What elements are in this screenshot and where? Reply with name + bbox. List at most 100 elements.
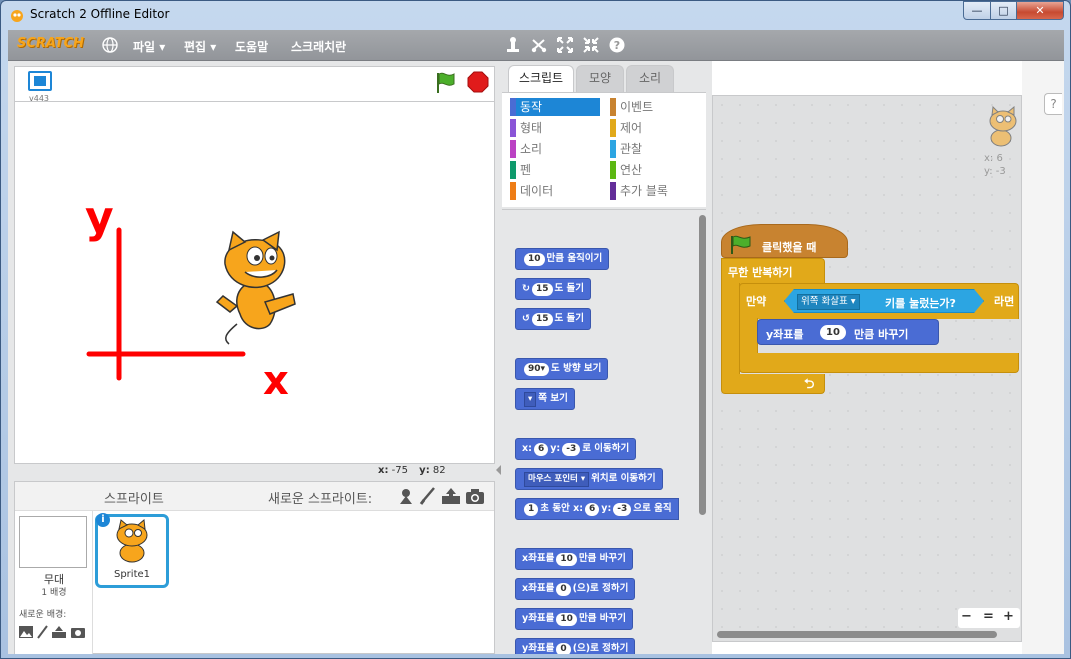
zoom-in-icon[interactable]: + — [1003, 609, 1014, 624]
mouse-y-value: 82 — [432, 465, 446, 476]
category-swatch — [510, 161, 516, 179]
green-flag-icon[interactable] — [435, 71, 457, 95]
block-dropdown[interactable]: 마우스 포인터 ▾ — [524, 472, 590, 487]
menu-edit[interactable]: 편집 ▾ — [184, 38, 216, 55]
collapse-arrow-icon[interactable] — [496, 465, 501, 475]
block-goto-xy[interactable]: x: 6 y: -3 로 이동하기 — [515, 438, 637, 460]
upload-backdrop-icon[interactable] — [51, 625, 67, 639]
block-input[interactable]: 6 — [585, 503, 600, 516]
zoom-out-icon[interactable]: − — [961, 609, 972, 624]
block-turn-right[interactable]: ↻ 15 도 돌기 — [515, 278, 592, 300]
category-sound[interactable]: 소리 — [510, 140, 600, 158]
block-help-icon[interactable]: ? — [608, 36, 626, 54]
block-text: 쪽 보기 — [538, 393, 568, 404]
block-input[interactable]: 10 — [556, 613, 577, 626]
change-y-input[interactable]: 10 — [820, 325, 846, 340]
scripts-horizontal-scrollbar[interactable] — [717, 631, 997, 638]
menu-file[interactable]: 파일 ▾ — [133, 38, 165, 55]
category-label: 연산 — [620, 163, 643, 177]
close-button[interactable]: ✕ — [1016, 1, 1064, 20]
new-backdrop-label: 새로운 배경: — [19, 610, 67, 620]
category-events[interactable]: 이벤트 — [610, 98, 700, 116]
palette-scrollbar[interactable] — [699, 215, 706, 515]
block-text: y좌표를 — [522, 613, 555, 624]
block-input[interactable]: 15 — [531, 283, 553, 296]
block-turn-left[interactable]: ↺ 15 도 돌기 — [515, 308, 592, 330]
script-change-y[interactable]: y좌표를 10 만큼 바꾸기 — [757, 319, 939, 345]
block-text: y: — [601, 503, 612, 514]
stage-canvas[interactable]: y x — [14, 101, 495, 464]
script-if-then[interactable]: 만약 위쪽 화살표 ▾ 키를 눌렀는가? 라면 — [739, 283, 1019, 319]
block-input[interactable]: 10 — [524, 253, 545, 266]
block-set-x[interactable]: x좌표를 0 (으)로 정하기 — [515, 578, 636, 600]
category-motion[interactable]: 동작 — [510, 98, 600, 116]
camera-icon[interactable] — [465, 487, 485, 505]
zoom-reset-icon[interactable]: = — [983, 609, 994, 624]
upload-sprite-icon[interactable] — [441, 487, 461, 505]
block-input[interactable]: 90▾ — [524, 363, 550, 376]
menu-help[interactable]: 도움말 — [235, 38, 268, 55]
backdrop-camera-icon[interactable] — [70, 625, 86, 639]
block-input[interactable]: 15 — [531, 313, 553, 326]
grow-icon[interactable] — [556, 36, 574, 54]
presentation-mode-button[interactable] — [28, 71, 52, 91]
block-input[interactable]: -3 — [613, 503, 632, 516]
globe-icon[interactable] — [101, 36, 119, 54]
window-title: Scratch 2 Offline Editor — [30, 7, 170, 21]
block-point-direction[interactable]: 90▾ 도 방향 보기 — [515, 358, 609, 380]
scratch-cat-icon — [11, 10, 23, 22]
block-change-y[interactable]: y좌표를 10 만큼 바꾸기 — [515, 608, 633, 630]
mouse-coordinates: x: -75 y: 82 — [378, 465, 446, 476]
key-pressed-condition[interactable]: 위쪽 화살표 ▾ 키를 눌렀는가? — [784, 289, 984, 313]
block-glide[interactable]: 1초 동안 x: 6 y: -3 으로 움직 — [515, 498, 679, 520]
pen-drawing: y x — [85, 192, 296, 404]
scratch-cat-sprite[interactable] — [215, 230, 296, 345]
block-input[interactable]: 1 — [524, 503, 539, 516]
category-more-blocks[interactable]: 추가 블록 — [610, 182, 700, 200]
category-operators[interactable]: 연산 — [610, 161, 700, 179]
paint-backdrop-icon[interactable] — [36, 625, 48, 639]
tab-costumes[interactable]: 모양 — [576, 65, 624, 92]
then-label: 라면 — [994, 295, 1015, 308]
category-label: 관찰 — [620, 142, 643, 156]
category-control[interactable]: 제어 — [610, 119, 700, 137]
block-set-y[interactable]: y좌표를 0 (으)로 정하기 — [515, 638, 636, 654]
sprite-x: x: 6 — [984, 153, 1003, 164]
sprite-info-icon[interactable]: i — [96, 513, 110, 527]
script-forever[interactable]: 무한 반복하기 — [721, 258, 825, 284]
category-looks[interactable]: 형태 — [510, 119, 600, 137]
block-input[interactable]: 6 — [533, 443, 549, 456]
key-dropdown[interactable]: 위쪽 화살표 ▾ — [797, 294, 860, 310]
category-swatch — [510, 119, 516, 137]
category-data[interactable]: 데이터 — [510, 182, 600, 200]
shrink-icon[interactable] — [582, 36, 600, 54]
tab-sounds[interactable]: 소리 — [626, 65, 674, 92]
menu-about[interactable]: 스크래치란 — [291, 38, 346, 55]
scratch-logo[interactable]: SCRATCH — [17, 36, 84, 51]
tips-help-button[interactable]: ? — [1044, 93, 1062, 115]
block-point-towards[interactable]: ▾ 쪽 보기 — [515, 388, 575, 410]
sprite-library-icon[interactable] — [397, 487, 415, 505]
block-input[interactable]: 0 — [556, 583, 571, 596]
block-change-x[interactable]: x좌표를 10 만큼 바꾸기 — [515, 548, 633, 570]
script-when-flag-clicked[interactable]: 클릭했을 때 — [721, 224, 848, 258]
forever-arm — [721, 283, 740, 376]
paint-brush-icon[interactable] — [419, 487, 437, 505]
backdrop-library-icon[interactable] — [18, 625, 34, 639]
block-input[interactable]: -3 — [562, 443, 581, 456]
block-goto[interactable]: 마우스 포인터 ▾ 위치로 이동하기 — [515, 468, 663, 490]
maximize-button[interactable]: □ — [990, 1, 1017, 20]
block-move-steps[interactable]: 10 만큼 움직이기 — [515, 248, 610, 270]
tab-scripts[interactable]: 스크립트 — [508, 65, 574, 93]
block-input[interactable]: 10 — [556, 553, 577, 566]
block-input[interactable]: 0 — [556, 643, 571, 654]
delete-scissors-icon[interactable] — [530, 36, 548, 54]
block-dropdown[interactable]: ▾ — [524, 392, 537, 407]
stop-sign-icon[interactable] — [467, 71, 489, 93]
stage-thumbnail[interactable] — [19, 516, 87, 568]
category-pen[interactable]: 펜 — [510, 161, 600, 179]
duplicate-stamp-icon[interactable] — [504, 36, 522, 54]
category-sensing[interactable]: 관찰 — [610, 140, 700, 158]
scripts-area[interactable]: x: 6 y: -3 클릭했을 때 무한 반복하기 ⮌ 만약 위쪽 화살표 ▾ … — [712, 95, 1022, 642]
minimize-button[interactable]: — — [963, 1, 991, 20]
